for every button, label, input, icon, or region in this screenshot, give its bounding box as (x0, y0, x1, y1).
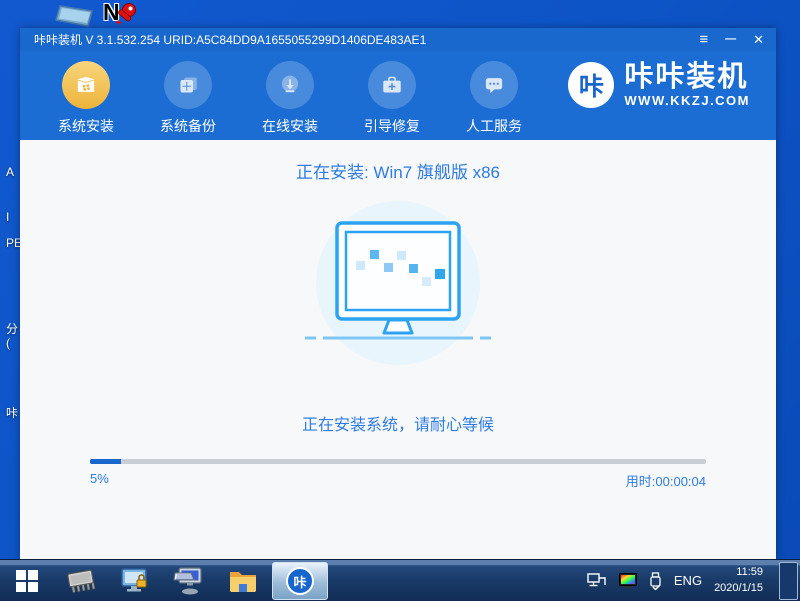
tray-time: 11:59 (714, 565, 763, 581)
red-key-icon (116, 4, 135, 25)
language-indicator[interactable]: ENG (674, 573, 702, 588)
nav-item-label: 系统安装 (58, 116, 114, 136)
nav-item-boot-repair[interactable]: 引导修复 (356, 61, 428, 140)
windows-logo-icon (15, 569, 39, 593)
brand-name: 咔咔装机 (624, 62, 750, 92)
nav-item-label: 人工服务 (466, 116, 522, 136)
nav-item-system-install[interactable]: 系统安装 (50, 61, 122, 140)
brand-url: WWW.KKZJ.COM (624, 93, 750, 108)
taskbar-keyboard-icon[interactable] (162, 560, 216, 601)
titlebar[interactable]: 咔咔装机 V 3.1.532.254 URID:A5C84DD9A1655055… (20, 28, 776, 51)
menu-button[interactable]: ≡ (699, 32, 708, 47)
desktop-icon-label-fragment: I (6, 210, 9, 224)
taskbar: 咔 (0, 559, 800, 601)
window-title: 咔咔装机 V 3.1.532.254 URID:A5C84DD9A1655055… (34, 31, 699, 48)
desktop-icon-label-fragment: A (6, 165, 14, 179)
start-button[interactable] (0, 560, 54, 601)
display-settings-icon[interactable] (619, 573, 637, 589)
nav-item-live-support[interactable]: 人工服务 (458, 61, 530, 140)
progress-track (90, 459, 706, 464)
desktop-icon-label-fragment: 咔 (6, 404, 18, 421)
desktop-icon-label-fragment: ( (6, 336, 10, 350)
backup-layers-icon (164, 61, 212, 109)
install-box-icon (62, 61, 110, 109)
progress-bar: 5% 用时:00:00:04 (90, 459, 706, 490)
taskbar-folder-icon[interactable] (216, 560, 270, 601)
desktop-icon-n-key[interactable]: N (103, 1, 143, 28)
desktop-icon-label-fragment: 分 (6, 320, 18, 337)
nav-item-label: 系统备份 (160, 116, 216, 136)
installer-window: 咔咔装机 V 3.1.532.254 URID:A5C84DD9A1655055… (20, 28, 776, 559)
nav-item-label: 引导修复 (364, 116, 420, 136)
nav-item-system-backup[interactable]: 系统备份 (152, 61, 224, 140)
kaka-logo-icon: 咔 (568, 62, 614, 108)
network-icon[interactable] (587, 572, 607, 589)
taskbar-kaka-app-button[interactable]: 咔 (272, 562, 328, 600)
window-controls: ≡ — ✕ (699, 32, 764, 47)
elapsed-time: 用时:00:00:04 (626, 471, 706, 490)
installing-title: 正在安装: Win7 旗舰版 x86 (20, 158, 776, 183)
status-text: 正在安装系统，请耐心等候 (20, 411, 776, 435)
progress-fill (90, 459, 121, 464)
progress-percent: 5% (90, 471, 109, 490)
nav-item-label: 在线安装 (262, 116, 318, 136)
nav-item-online-install[interactable]: 在线安装 (254, 61, 326, 140)
usb-icon[interactable] (649, 572, 662, 590)
monitor-illustration (303, 197, 493, 369)
taskbar-display-lock-icon[interactable] (108, 560, 162, 601)
taskbar-chip-icon[interactable] (54, 560, 108, 601)
content-area: 正在安装: Win7 旗舰版 x86 (20, 140, 776, 559)
minimize-button[interactable]: — (725, 34, 736, 45)
taskbar-clock[interactable]: 11:59 2020/1/15 (714, 565, 763, 597)
desktop: N AIPE分(咔 咔咔装机 V 3.1.532.254 URID:A5C84D… (0, 0, 800, 601)
tray-date: 2020/1/15 (714, 581, 763, 597)
kaka-app-icon: 咔 (286, 567, 314, 595)
show-desktop-button[interactable] (779, 562, 798, 600)
close-button[interactable]: ✕ (753, 33, 764, 46)
chat-bubble-icon (470, 61, 518, 109)
download-icon (266, 61, 314, 109)
navbar: 系统安装 系统备份 (20, 51, 776, 140)
brand-logo: 咔 咔咔装机 WWW.KKZJ.COM (568, 62, 750, 108)
repair-toolbox-icon (368, 61, 416, 109)
